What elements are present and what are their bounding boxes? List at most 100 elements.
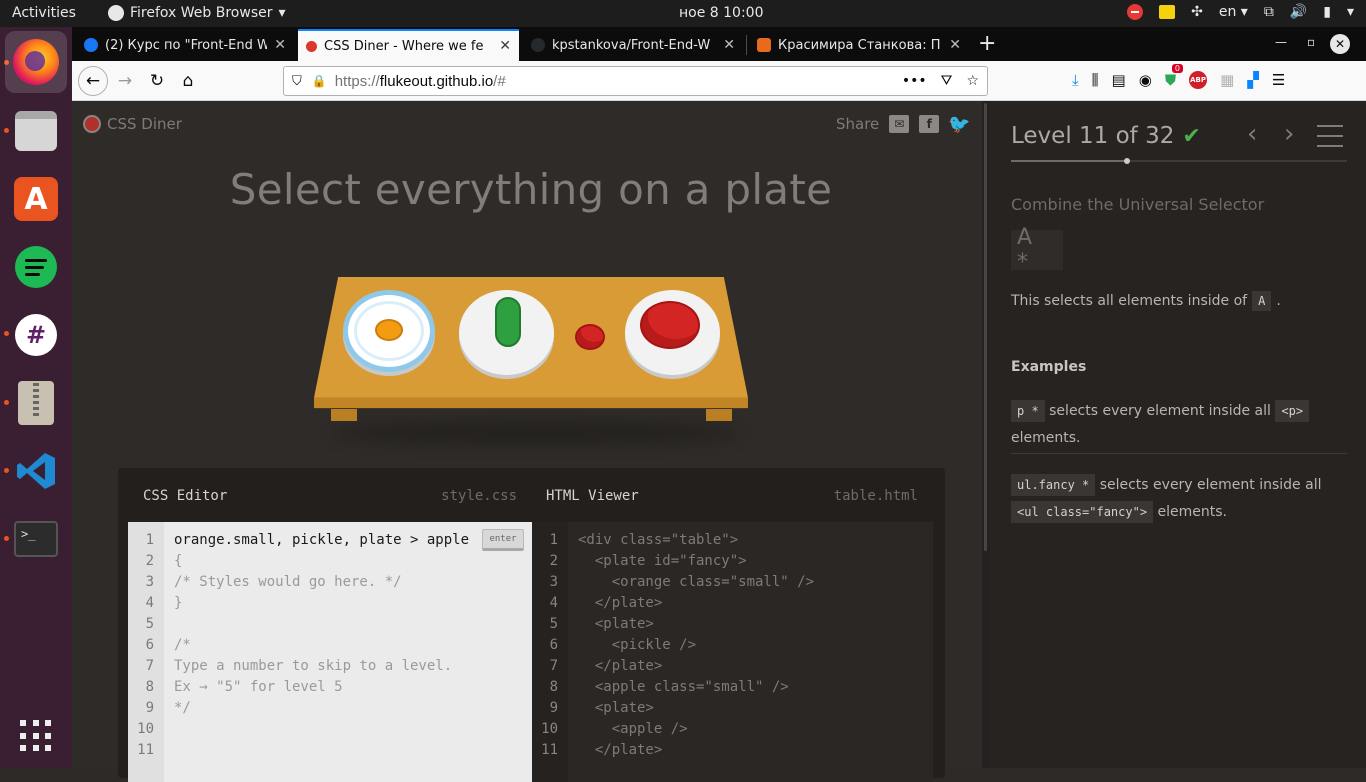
facebook-icon[interactable]: f (919, 115, 940, 133)
github-favicon-icon (531, 38, 545, 52)
dock-archive-manager[interactable] (13, 380, 59, 426)
pocket-icon[interactable]: ⛛ (941, 73, 953, 89)
logo-icon (83, 115, 101, 133)
tab-css-diner[interactable]: CSS Diner - Where we fe ✕ (298, 29, 519, 61)
minimize-button[interactable]: — (1275, 35, 1287, 49)
library-icon[interactable]: ⫼ (1092, 71, 1099, 89)
privacy-extension-icon[interactable]: ⛊ 0 (1165, 64, 1183, 89)
selector-syntax: A * (1011, 225, 1063, 275)
show-applications-button[interactable] (13, 713, 59, 759)
close-tab-icon[interactable]: ✕ (274, 37, 286, 53)
dock-files[interactable] (13, 108, 59, 154)
line-number: 6 (549, 637, 558, 653)
maximize-button[interactable]: ▫ (1307, 35, 1315, 49)
share-bar: Share ✉ f 🐦 (836, 114, 971, 135)
tracking-shield-icon[interactable]: ⛉ (292, 74, 302, 89)
app-menu[interactable]: Firefox Web Browser ▾ (108, 5, 286, 21)
account-icon[interactable]: ◉ (1139, 71, 1152, 89)
line-number: 5 (549, 616, 558, 632)
level-title: Level 11 of 32 (1011, 123, 1175, 149)
brand-name: CSS Diner (107, 115, 182, 133)
twitter-icon[interactable]: 🐦 (948, 114, 970, 135)
notes-icon[interactable] (1159, 5, 1176, 19)
line-numbers: 1 2 3 4 5 6 7 8 9 10 11 (128, 522, 164, 782)
url-bar[interactable]: ⛉ 🔒 https://flukeout.github.io/# ••• ⛛ ☆ (283, 66, 988, 96)
home-button[interactable]: ⌂ (175, 68, 201, 94)
selector-hint: This selects all elements inside of A . (1011, 291, 1281, 311)
bookmark-star-icon[interactable]: ☆ (966, 73, 979, 89)
adblock-icon[interactable]: ABP (1189, 71, 1208, 89)
example-item: ul.fancy * selects every element inside … (1011, 472, 1347, 526)
code-line: </plate> (578, 595, 663, 611)
html-file-name: table.html (833, 488, 918, 504)
dock-slack[interactable]: # (13, 312, 59, 358)
tab-github[interactable]: kpstankova/Front-End-W ✕ (523, 29, 743, 61)
close-tab-icon[interactable]: ✕ (499, 38, 511, 54)
css-editor-title: CSS Editor (143, 488, 228, 504)
email-icon[interactable]: ✉ (889, 115, 910, 133)
line-number: 5 (145, 616, 154, 632)
volume-icon[interactable]: 🔊 (1290, 4, 1307, 20)
page-actions-icon[interactable]: ••• (902, 73, 927, 89)
tab-label: kpstankova/Front-End-W (552, 37, 711, 53)
next-level-button[interactable]: › (1284, 119, 1294, 149)
extension-icon[interactable]: ▦ (1220, 71, 1234, 89)
example-code-chip: <ul class="fancy"> (1011, 501, 1154, 523)
files-icon (15, 111, 57, 151)
chevron-down-icon: ▾ (278, 5, 286, 21)
close-tab-icon[interactable]: ✕ (723, 37, 735, 53)
downloads-icon[interactable]: ⤓ (1072, 71, 1079, 89)
dock-software[interactable]: A (13, 176, 59, 222)
close-tab-icon[interactable]: ✕ (949, 37, 961, 53)
tab-strip: (2) Курс по "Front-End W ✕ CSS Diner - W… (72, 27, 1366, 61)
code-line: Type a number to skip to a level. (174, 658, 453, 674)
clock[interactable]: ное 8 10:00 (679, 5, 764, 21)
enter-button[interactable]: enter (482, 529, 524, 551)
example-text: elements. (1011, 430, 1081, 446)
checkmark-icon: ✔ (1182, 123, 1201, 149)
tab-facebook[interactable]: (2) Курс по "Front-End W ✕ (76, 29, 294, 61)
close-window-button[interactable]: ✕ (1330, 34, 1350, 54)
url-text[interactable]: https://flukeout.github.io/# (335, 73, 506, 90)
multi-account-icon[interactable]: ▞ (1247, 71, 1259, 89)
tab-linkedin[interactable]: Красимира Станкова: П ✕ (749, 29, 969, 61)
css-input-line[interactable]: orange.small, pickle, plate > apple (174, 530, 469, 551)
system-menu-chevron-icon[interactable]: ▾ (1347, 4, 1354, 20)
hint-suffix: . (1276, 293, 1281, 309)
sidebar-toggle-icon[interactable]: ▤ (1112, 71, 1126, 89)
code-line: </plate> (578, 658, 663, 674)
previous-level-button[interactable]: ‹ (1247, 119, 1257, 149)
page-scrollbar[interactable] (982, 101, 990, 768)
dock-spotify[interactable] (13, 244, 59, 290)
dock-vscode[interactable] (13, 448, 59, 494)
css-diner-logo[interactable]: CSS Diner (83, 115, 182, 133)
reload-button[interactable]: ↻ (144, 68, 170, 94)
small-orange[interactable] (375, 319, 403, 341)
menu-icon[interactable]: ☰ (1272, 71, 1285, 89)
progress-fill (1011, 160, 1127, 162)
hint-code-chip: A (1252, 291, 1272, 311)
example-item: p * selects every element inside all <p>… (1011, 398, 1347, 452)
apple[interactable] (640, 301, 700, 349)
language-selector[interactable]: en ▾ (1219, 4, 1248, 20)
slack-tray-icon[interactable]: ✣ (1191, 4, 1203, 20)
small-apple[interactable] (575, 324, 605, 350)
dock-firefox[interactable] (5, 31, 67, 93)
do-not-disturb-icon[interactable] (1127, 4, 1144, 20)
network-icon[interactable]: ⧉ (1264, 4, 1274, 20)
progress-knob (1123, 158, 1130, 164)
activities-button[interactable]: Activities (12, 5, 76, 21)
pickle[interactable] (495, 297, 521, 347)
dock-terminal[interactable]: >_ (13, 516, 59, 562)
forward-button[interactable]: → (112, 68, 138, 94)
level-menu-icon[interactable] (1317, 125, 1343, 147)
editor-panel: CSS Editor style.css HTML Viewer table.h… (118, 468, 945, 782)
code-line: <plate> (578, 616, 654, 632)
back-button[interactable]: ← (78, 66, 108, 96)
lock-icon[interactable]: 🔒 (312, 74, 327, 88)
running-indicator (4, 468, 9, 473)
running-indicator (4, 331, 9, 336)
new-tab-button[interactable]: + (978, 31, 996, 56)
scrollbar-thumb[interactable] (984, 103, 987, 551)
battery-icon[interactable]: ▮ (1323, 4, 1331, 20)
